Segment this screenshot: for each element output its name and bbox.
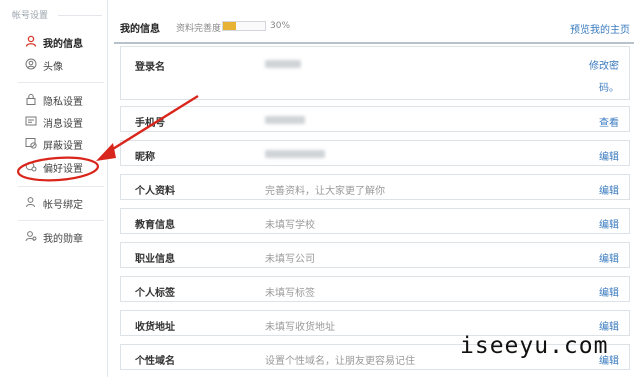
- edit-career-button[interactable]: 编辑: [599, 250, 619, 265]
- bind-user-icon: [26, 197, 35, 208]
- sidebar-item-label: 隐私设置: [43, 96, 83, 108]
- sidebar-heading-divider: [58, 15, 102, 16]
- sidebar-item-label: 我的信息: [43, 38, 83, 50]
- table-row-login-name: 登录名 修改密 码。: [120, 46, 630, 100]
- edit-nickname-button[interactable]: 编辑: [599, 148, 619, 163]
- preview-homepage-link[interactable]: 预览我的主页: [570, 21, 630, 36]
- edit-education-button[interactable]: 编辑: [599, 216, 619, 231]
- row-value: 完善资料，让大家更了解你: [265, 186, 385, 197]
- table-row-career: 职业信息 未填写公司 编辑: [120, 242, 630, 268]
- completion-percent: 30%: [270, 21, 291, 31]
- row-value: 未填写学校: [265, 220, 315, 231]
- sidebar-item-label: 屏蔽设置: [43, 140, 83, 152]
- medal-user-icon: [25, 231, 37, 242]
- sidebar-item-label: 我的勋章: [43, 233, 83, 245]
- avatar-icon: [25, 58, 37, 70]
- completion-label: 资料完善度: [176, 24, 222, 34]
- completion-progress-bar: [222, 21, 266, 31]
- row-label: 昵称: [135, 152, 155, 163]
- sidebar-heading: 帐号设置: [12, 11, 49, 21]
- row-label: 职业信息: [135, 254, 175, 265]
- sidebar-item-privacy[interactable]: 隐私设置: [0, 90, 108, 110]
- main-panel: 我的信息 资料完善度 30% 预览我的主页 登录名 修改密 码。 手机号 查看 …: [114, 0, 634, 377]
- sidebar-divider: [18, 220, 104, 221]
- row-label: 收货地址: [135, 322, 175, 333]
- row-label: 个人资料: [135, 186, 175, 197]
- redacted-phone-value: [265, 116, 305, 124]
- edit-tags-button[interactable]: 编辑: [599, 284, 619, 299]
- row-value: 设置个性域名，让朋友更容易记住: [265, 356, 415, 367]
- sidebar-item-avatar[interactable]: 头像: [0, 55, 108, 75]
- row-value: 未填写收货地址: [265, 322, 335, 333]
- redacted-nickname-value: [265, 150, 325, 158]
- sidebar-divider: [18, 186, 104, 187]
- row-label: 教育信息: [135, 220, 175, 231]
- view-phone-button[interactable]: 查看: [599, 114, 619, 129]
- block-icon: [25, 138, 37, 149]
- sidebar-item-medals[interactable]: 我的勋章: [0, 227, 108, 247]
- table-row-profile: 个人资料 完善资料，让大家更了解你 编辑: [120, 174, 630, 200]
- sidebar-item-account-binding[interactable]: 帐号绑定: [0, 193, 108, 213]
- sidebar: 帐号设置 我的信息 头像 隐私设置 消息设置 屏蔽设置 偏好设置 帐号绑定 我的…: [0, 0, 108, 377]
- change-password-link[interactable]: 修改密: [589, 57, 619, 72]
- edit-address-button[interactable]: 编辑: [599, 318, 619, 333]
- preference-icon: [25, 161, 37, 172]
- row-label: 手机号: [135, 118, 165, 129]
- sidebar-item-preferences[interactable]: 偏好设置: [0, 157, 108, 177]
- lock-icon: [26, 93, 36, 105]
- watermark-text: iseeyu.com: [460, 333, 609, 359]
- info-header: 我的信息 资料完善度 30% 预览我的主页: [114, 14, 634, 44]
- edit-profile-button[interactable]: 编辑: [599, 182, 619, 197]
- completion-progress-fill: [223, 22, 236, 30]
- row-label: 个人标签: [135, 288, 175, 299]
- table-row-tags: 个人标签 未填写标签 编辑: [120, 276, 630, 302]
- user-red-icon: [25, 35, 37, 47]
- sidebar-item-label: 偏好设置: [43, 163, 83, 175]
- message-icon: [25, 116, 37, 126]
- redacted-login-value: [265, 60, 301, 68]
- table-row-education: 教育信息 未填写学校 编辑: [120, 208, 630, 234]
- sidebar-item-block[interactable]: 屏蔽设置: [0, 134, 108, 154]
- row-label: 个性域名: [135, 356, 175, 367]
- row-value: 未填写标签: [265, 288, 315, 299]
- sidebar-item-label: 帐号绑定: [43, 199, 83, 211]
- sidebar-divider: [18, 82, 104, 83]
- sidebar-item-label: 头像: [43, 61, 63, 73]
- sidebar-item-my-info[interactable]: 我的信息: [0, 32, 108, 52]
- change-password-link-continued[interactable]: 码。: [599, 79, 619, 94]
- page-title: 我的信息: [120, 24, 160, 35]
- sidebar-item-label: 消息设置: [43, 118, 83, 130]
- sidebar-item-messages[interactable]: 消息设置: [0, 112, 108, 132]
- table-row-phone: 手机号 查看: [120, 106, 630, 132]
- row-value: 未填写公司: [265, 254, 315, 265]
- row-label: 登录名: [135, 62, 165, 73]
- table-row-nickname: 昵称 编辑: [120, 140, 630, 166]
